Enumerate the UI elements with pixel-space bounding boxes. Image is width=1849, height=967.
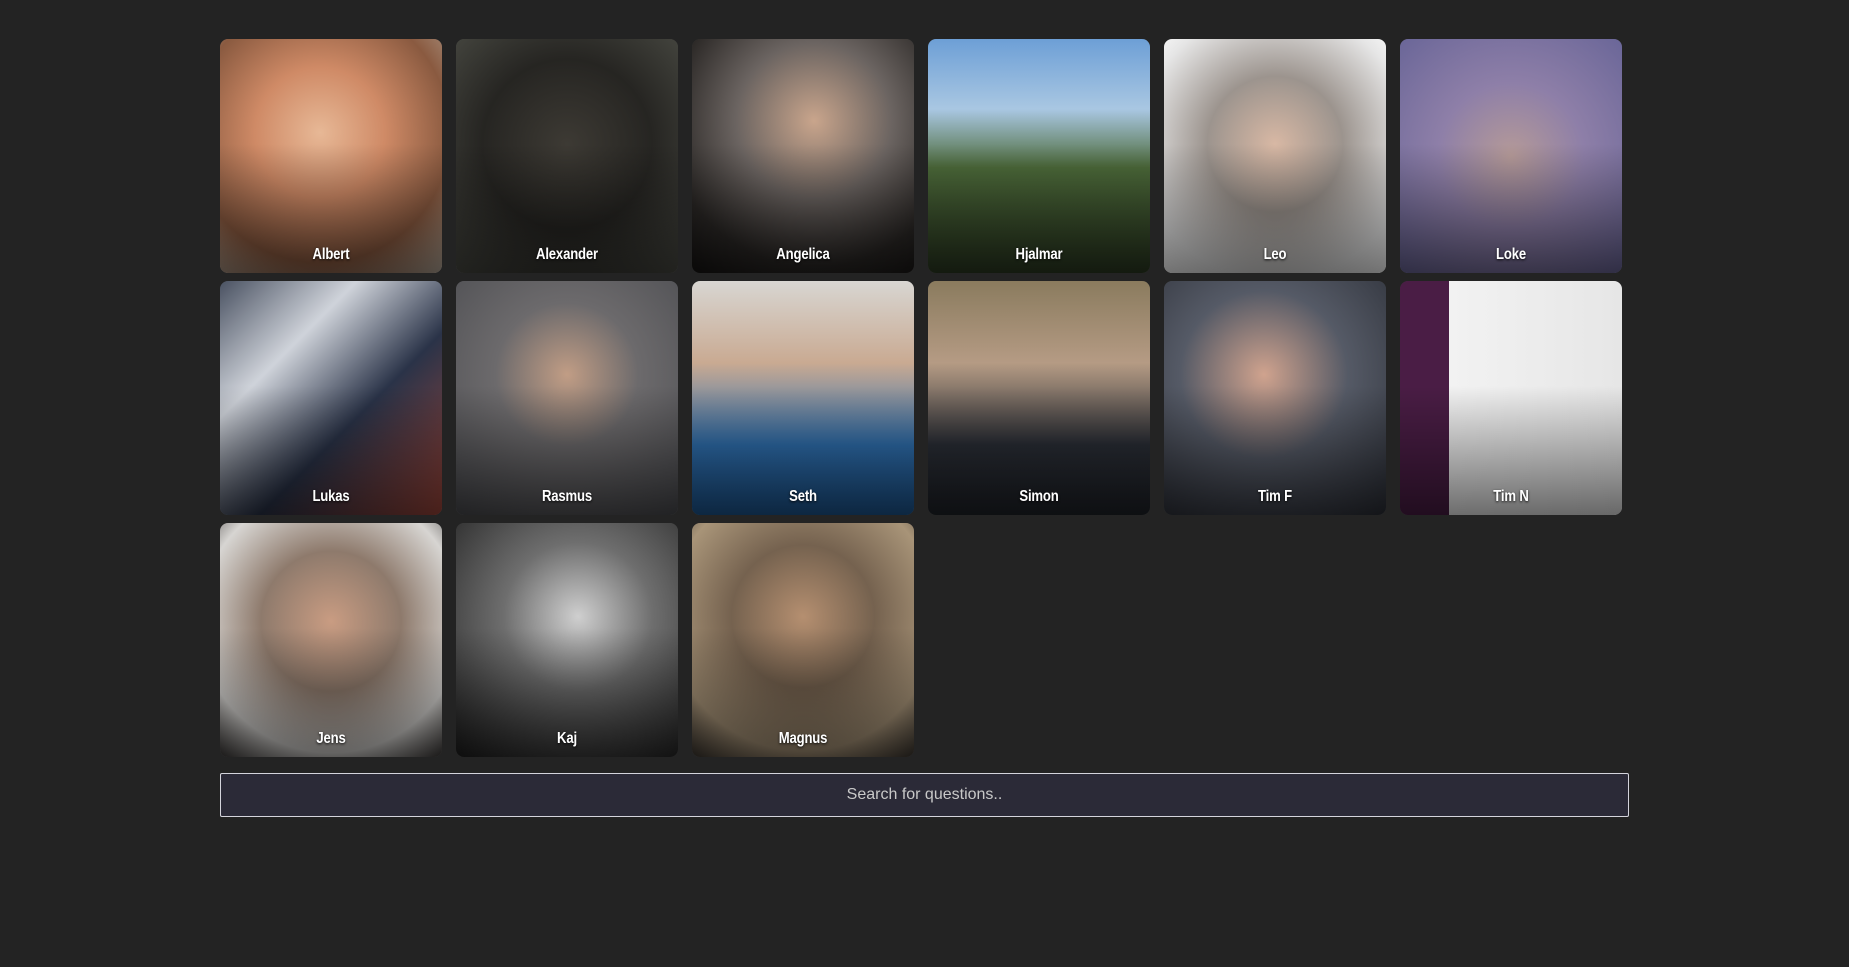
person-card[interactable]: Loke xyxy=(1400,39,1622,273)
person-name: Jens xyxy=(316,730,346,747)
person-name: Simon xyxy=(1019,488,1059,505)
person-name: Seth xyxy=(789,488,817,505)
person-card[interactable]: Tim F xyxy=(1164,281,1386,515)
person-name: Tim F xyxy=(1258,488,1292,505)
people-grid: Albert Alexander Angelica Hjalmar Leo Loke Luk… xyxy=(220,39,1622,757)
person-card[interactable]: Albert xyxy=(220,39,442,273)
person-card[interactable]: Lukas xyxy=(220,281,442,515)
person-card[interactable]: Leo xyxy=(1164,39,1386,273)
person-name: Kaj xyxy=(557,730,577,747)
person-name: Leo xyxy=(1263,246,1287,263)
search-input[interactable] xyxy=(220,773,1629,817)
person-name: Alexander xyxy=(536,246,598,263)
person-card[interactable]: Angelica xyxy=(692,39,914,273)
person-card[interactable]: Hjalmar xyxy=(928,39,1150,273)
person-name: Angelica xyxy=(776,246,830,263)
person-card[interactable]: Tim N xyxy=(1400,281,1622,515)
person-card[interactable]: Jens xyxy=(220,523,442,757)
person-card[interactable]: Rasmus xyxy=(456,281,678,515)
person-name: Loke xyxy=(1496,246,1526,263)
person-card[interactable]: Magnus xyxy=(692,523,914,757)
person-card[interactable]: Alexander xyxy=(456,39,678,273)
person-name: Rasmus xyxy=(541,488,593,505)
person-name: Lukas xyxy=(312,488,350,505)
person-name: Magnus xyxy=(778,730,828,747)
person-name: Tim N xyxy=(1493,488,1529,505)
person-name: Hjalmar xyxy=(1015,246,1063,263)
person-card[interactable]: Simon xyxy=(928,281,1150,515)
person-name: Albert xyxy=(312,246,350,263)
person-card[interactable]: Kaj xyxy=(456,523,678,757)
person-card[interactable]: Seth xyxy=(692,281,914,515)
